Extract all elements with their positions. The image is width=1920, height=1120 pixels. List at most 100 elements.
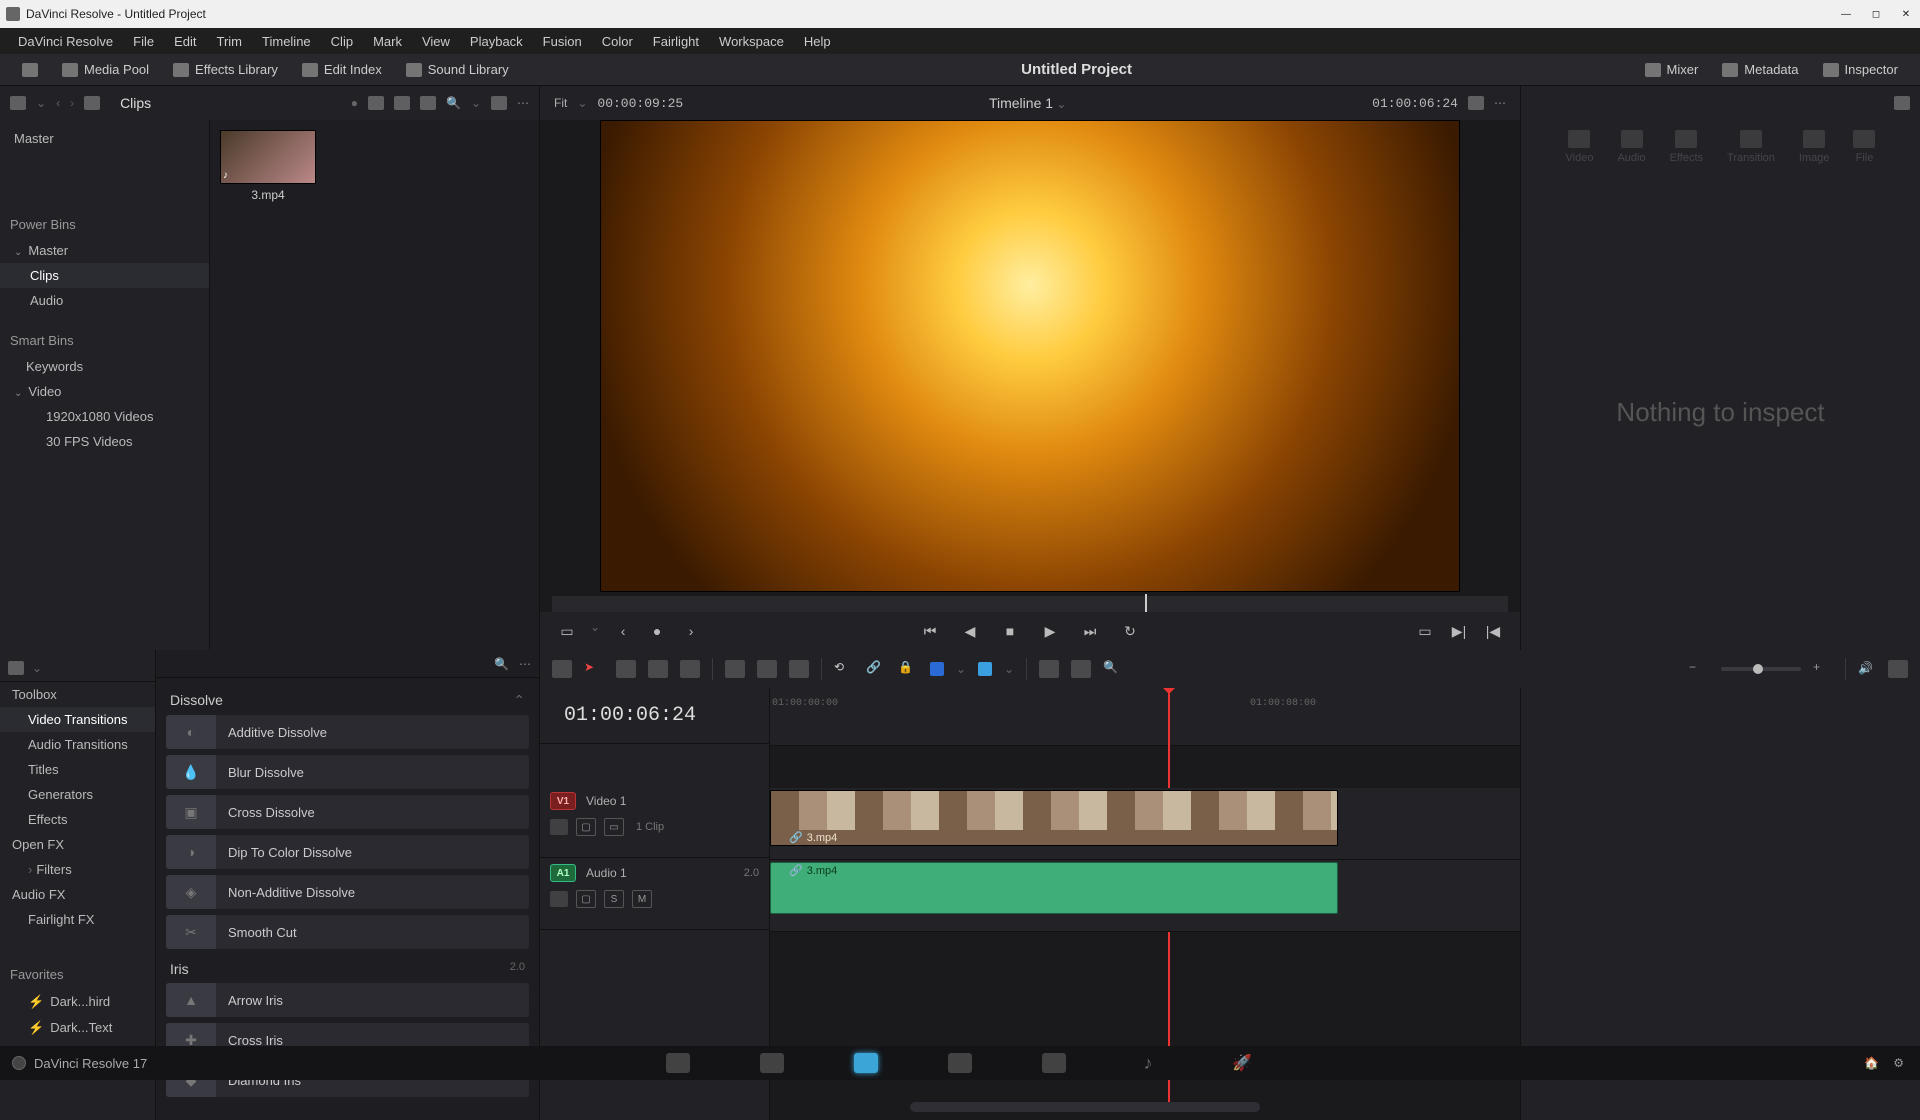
nav-back-button[interactable]: ‹ (56, 96, 60, 110)
a1-solo-button[interactable]: S (604, 890, 624, 908)
fusion-page-button[interactable] (948, 1053, 972, 1073)
fx-non-additive-dissolve[interactable]: ◈Non-Additive Dissolve (166, 875, 529, 909)
zoom-in-button[interactable]: + (1813, 660, 1833, 678)
color-page-button[interactable] (1042, 1053, 1066, 1073)
favorites-header[interactable]: Favorites (0, 960, 155, 989)
menu-fusion[interactable]: Fusion (533, 34, 592, 49)
menu-edit[interactable]: Edit (164, 34, 206, 49)
audio-transitions-node[interactable]: Audio Transitions (0, 732, 155, 757)
effects-node[interactable]: Effects (0, 807, 155, 832)
timeline-ruler[interactable]: 01:00:00:00 01:00:08:00 (770, 688, 1520, 746)
tl-tool-b[interactable] (1071, 660, 1091, 678)
selection-tool[interactable]: ➤ (584, 660, 604, 678)
zoom-slider[interactable] (1721, 667, 1801, 671)
inspector-tab-file[interactable]: File (1853, 130, 1875, 164)
menu-file[interactable]: File (123, 34, 164, 49)
video-transitions-node[interactable]: Video Transitions (0, 707, 155, 732)
v1-auto-select[interactable]: ▢ (576, 818, 596, 836)
edit-page-button[interactable] (854, 1053, 878, 1073)
menu-clip[interactable]: Clip (321, 34, 363, 49)
mixer-button[interactable]: Mixer (1635, 58, 1709, 81)
dynamic-trim-tool[interactable] (648, 660, 668, 678)
iris-category[interactable]: Iris2.0 (166, 955, 529, 983)
a1-lock-button[interactable] (550, 891, 568, 907)
favorite-2[interactable]: ⚡Dark...Text (0, 1015, 155, 1041)
window-maximize-button[interactable]: ◻ (1868, 6, 1884, 22)
match-frame-button[interactable]: ▭ (1414, 620, 1436, 642)
fx-more-button[interactable]: ⋯ (519, 657, 531, 671)
tl-tool-c[interactable]: 🔍 (1103, 660, 1123, 678)
menu-fairlight[interactable]: Fairlight (643, 34, 709, 49)
view-thumb-button[interactable] (368, 96, 384, 110)
fx-cross-dissolve[interactable]: ▣Cross Dissolve (166, 795, 529, 829)
match-frame-next[interactable]: › (680, 620, 702, 642)
a1-mute-button[interactable]: M (632, 890, 652, 908)
lock-button[interactable]: 🔒 (898, 660, 918, 678)
media-page-button[interactable] (666, 1053, 690, 1073)
stop-button[interactable]: ■ (999, 620, 1021, 642)
powerbin-audio[interactable]: Audio (0, 288, 209, 313)
menu-playback[interactable]: Playback (460, 34, 533, 49)
source-timecode[interactable]: 00:00:09:25 (597, 96, 683, 111)
v1-badge[interactable]: V1 (550, 792, 576, 810)
marker-button[interactable] (978, 662, 992, 676)
media-clip[interactable]: 3.mp4 (220, 130, 316, 202)
window-close-button[interactable]: ✕ (1898, 6, 1914, 22)
smartbin-keywords[interactable]: Keywords (0, 354, 209, 379)
menu-trim[interactable]: Trim (207, 34, 253, 49)
fx-search-icon[interactable]: 🔍 (494, 657, 509, 671)
audio-clip[interactable]: 🔗3.mp4 (770, 862, 1338, 914)
menu-davinci-resolve[interactable]: DaVinci Resolve (8, 34, 123, 49)
menu-workspace[interactable]: Workspace (709, 34, 794, 49)
sort-button[interactable] (491, 96, 507, 110)
inspector-tab-audio[interactable]: Audio (1617, 130, 1645, 164)
openfx-node[interactable]: Open FX (0, 832, 155, 857)
view-list-button[interactable] (420, 96, 436, 110)
fx-smooth-cut[interactable]: ✂Smooth Cut (166, 915, 529, 949)
audio-track-header[interactable]: A1 Audio 1 2.0 ▢ S M (540, 858, 769, 930)
volume-icon[interactable]: 🔊 (1858, 661, 1876, 677)
view-grid-button[interactable] (394, 96, 410, 110)
tl-view-button[interactable] (552, 660, 572, 678)
menu-mark[interactable]: Mark (363, 34, 412, 49)
media-pool-button[interactable]: Media Pool (52, 58, 159, 81)
timeline-scrollbar[interactable] (910, 1102, 1260, 1112)
dissolve-category[interactable]: Dissolve⌃ (166, 686, 529, 715)
blade-tool[interactable] (680, 660, 700, 678)
scrubber-playhead[interactable] (1145, 594, 1147, 614)
link-button[interactable]: 🔗 (866, 660, 886, 678)
snap-button[interactable]: ⟲ (834, 660, 854, 678)
fx-arrow-iris[interactable]: ▲Arrow Iris (166, 983, 529, 1017)
window-minimize-button[interactable]: — (1838, 6, 1854, 22)
nav-fwd-button[interactable]: › (70, 96, 74, 110)
sound-library-button[interactable]: Sound Library (396, 58, 519, 81)
v1-disable[interactable]: ▭ (604, 818, 624, 836)
go-last-button[interactable]: ⏭ (1079, 620, 1101, 642)
video-clip[interactable]: 🔗3.mp4 (770, 790, 1338, 846)
timeline-timecode[interactable]: 01:00:06:24 (540, 688, 769, 744)
menu-color[interactable]: Color (592, 34, 643, 49)
power-bins-header[interactable]: Power Bins (0, 211, 209, 238)
tl-options-button[interactable] (1888, 660, 1908, 678)
fit-zoom-dropdown[interactable]: Fit (554, 96, 567, 110)
smart-bins-header[interactable]: Smart Bins (0, 327, 209, 354)
clips-more-button[interactable]: ⋯ (517, 96, 529, 110)
flag-button[interactable] (930, 662, 944, 676)
inspector-tab-transition[interactable]: Transition (1727, 130, 1775, 164)
audio-track-lane[interactable]: 🔗3.mp4 (770, 860, 1520, 932)
a1-badge[interactable]: A1 (550, 864, 576, 882)
deliver-page-button[interactable]: 🚀 (1230, 1053, 1254, 1073)
import-button[interactable] (84, 96, 100, 110)
play-reverse-button[interactable]: ◀ (959, 620, 981, 642)
generators-node[interactable]: Generators (0, 782, 155, 807)
powerbin-clips[interactable]: Clips (0, 263, 209, 288)
insert-clip-button[interactable] (725, 660, 745, 678)
zoom-out-button[interactable]: − (1689, 660, 1709, 678)
tl-tool-a[interactable] (1039, 660, 1059, 678)
go-first-button[interactable]: ⏮ (919, 620, 941, 642)
toolbox-node[interactable]: Toolbox (0, 682, 155, 707)
inspector-tab-image[interactable]: Image (1799, 130, 1830, 164)
viewer-frame[interactable] (600, 120, 1460, 592)
inspector-tab-video[interactable]: Video (1566, 130, 1594, 164)
powerbin-master[interactable]: Master (0, 238, 209, 263)
